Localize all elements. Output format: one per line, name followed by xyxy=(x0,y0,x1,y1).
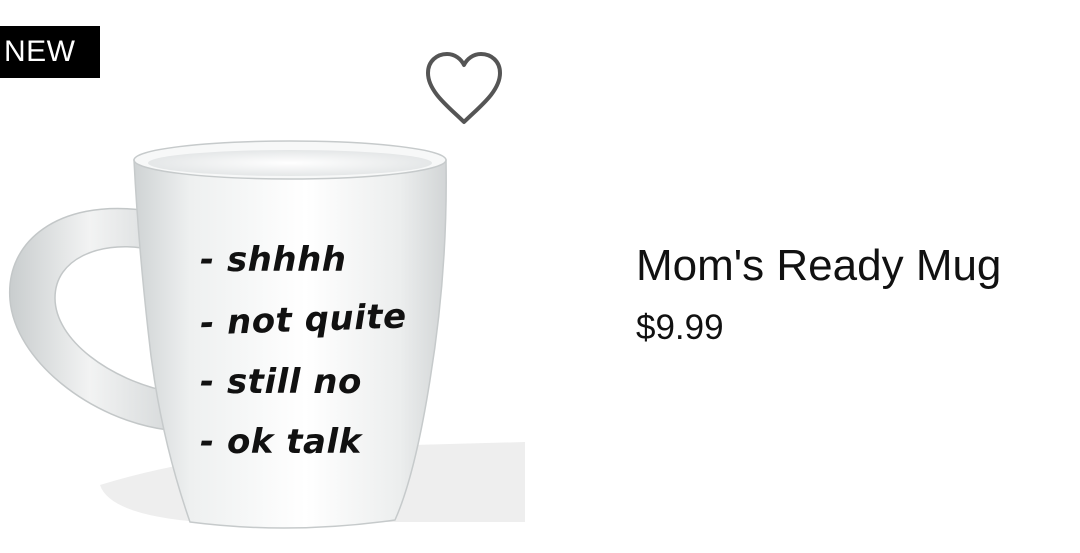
product-card[interactable]: NEW - shhhh - not quite - still no - ok … xyxy=(0,0,1080,553)
mug-print: - shhhh - not quite - still no - ok talk xyxy=(0,130,560,553)
product-price: $9.99 xyxy=(636,308,724,347)
product-name[interactable]: Mom's Ready Mug xyxy=(636,238,1066,294)
mug-print-line: - shhhh xyxy=(200,240,347,280)
mug-print-line: - still no xyxy=(200,362,362,402)
mug-print-line: - not quite xyxy=(199,296,408,344)
new-badge: NEW xyxy=(0,26,100,78)
product-image[interactable]: - shhhh - not quite - still no - ok talk xyxy=(0,130,560,553)
product-info: Mom's Ready Mug $9.99 xyxy=(636,238,1066,350)
favorite-button[interactable] xyxy=(420,46,508,130)
heart-outline-icon xyxy=(426,52,502,124)
mug-print-line: - ok talk xyxy=(200,422,362,462)
